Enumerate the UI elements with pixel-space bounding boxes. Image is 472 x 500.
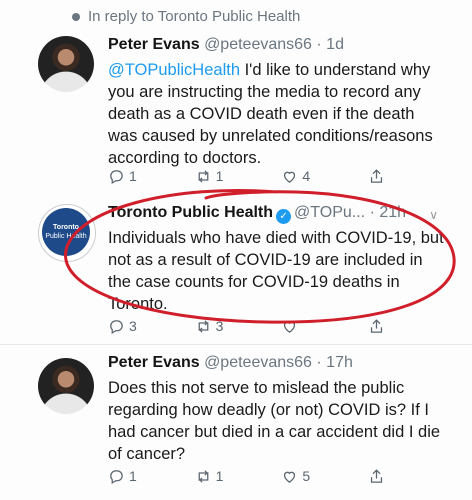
like-icon	[284, 171, 296, 183]
retweet-button[interactable]: 3	[195, 318, 235, 335]
retweet-count: 1	[215, 168, 224, 184]
tweet-text: Does this not serve to mislead the publi…	[108, 379, 441, 463]
share-icon	[370, 168, 383, 183]
share-button[interactable]	[368, 168, 408, 185]
share-button[interactable]	[368, 318, 408, 335]
reply-button[interactable]: 1	[108, 168, 148, 185]
author-name[interactable]: Toronto Public Health	[108, 204, 273, 221]
tweet-time[interactable]: · 21h	[370, 204, 406, 221]
tweet-header: Peter Evans @peteevans66 · 1d	[108, 36, 344, 54]
retweet-count: 3	[215, 318, 224, 334]
logo-line-1: Toronto	[53, 224, 79, 231]
avatar[interactable]: Toronto Public Health	[38, 204, 96, 262]
like-button[interactable]: 4	[281, 168, 321, 185]
like-count: 5	[302, 468, 311, 484]
chevron-down-icon[interactable]: ∨	[429, 208, 438, 222]
author-name[interactable]: Peter Evans	[108, 354, 200, 371]
author-handle[interactable]: @peteevans66	[204, 354, 312, 371]
thread-dot-icon	[72, 13, 80, 21]
avatar[interactable]	[38, 36, 94, 92]
tweet-text: @TOPublicHealth I'd like to understand w…	[108, 59, 448, 169]
avatar[interactable]	[38, 358, 94, 414]
tweet-time[interactable]: · 1d	[316, 36, 344, 53]
retweet-icon	[198, 469, 209, 483]
tweet-header: Peter Evans @peteevans66 · 17h	[108, 354, 353, 372]
avatar-photo	[38, 36, 94, 92]
retweet-icon	[198, 169, 209, 183]
reply-context[interactable]: In reply to Toronto Public Health	[72, 8, 301, 25]
share-icon	[370, 318, 383, 333]
like-icon	[284, 321, 296, 333]
verified-badge-icon: ✓	[276, 209, 292, 224]
author-name[interactable]: Peter Evans	[108, 36, 200, 53]
tweet-actions: 1 1 5	[108, 466, 408, 486]
reply-icon	[110, 469, 123, 484]
tweet-actions: 1 1 4	[108, 166, 408, 186]
divider	[0, 344, 472, 345]
mention-link[interactable]: @TOPublicHealth	[108, 61, 240, 79]
tweet-actions: 3 3	[108, 316, 408, 336]
reply-count: 1	[129, 168, 137, 184]
like-button[interactable]: 5	[281, 468, 321, 485]
author-handle[interactable]: @TOPu...	[294, 204, 365, 221]
tweet-time[interactable]: · 17h	[316, 354, 352, 371]
retweet-button[interactable]: 1	[195, 468, 235, 485]
reply-icon	[110, 319, 123, 334]
share-button[interactable]	[368, 468, 408, 485]
logo-line-2: Public Health	[45, 233, 87, 240]
reply-context-text: In reply to Toronto Public Health	[88, 8, 301, 25]
share-icon	[370, 468, 383, 483]
reply-count: 3	[129, 318, 137, 334]
retweet-count: 1	[215, 468, 224, 484]
toronto-public-health-logo: Toronto Public Health	[42, 208, 90, 256]
reply-icon	[110, 169, 123, 184]
reply-button[interactable]: 1	[108, 468, 148, 485]
retweet-icon	[198, 319, 209, 333]
like-count: 4	[302, 168, 311, 184]
tweet-text: Individuals who have died with COVID-19,…	[108, 229, 444, 313]
retweet-button[interactable]: 1	[195, 168, 235, 185]
tweet-header: Toronto Public Health ✓ @TOPu... · 21h	[108, 204, 406, 224]
reply-button[interactable]: 3	[108, 318, 148, 335]
reply-count: 1	[129, 468, 137, 484]
like-button[interactable]	[281, 318, 321, 335]
avatar-photo	[38, 358, 94, 414]
like-icon	[284, 471, 296, 483]
author-handle[interactable]: @peteevans66	[204, 36, 312, 53]
